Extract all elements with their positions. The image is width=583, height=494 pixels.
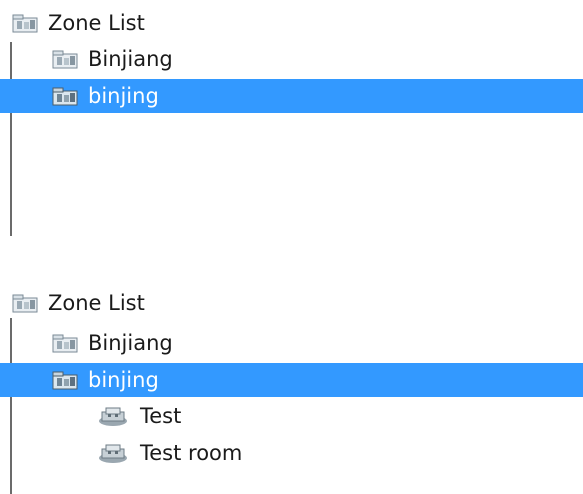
tree-item-zone-list[interactable]: Zone List (0, 286, 583, 320)
zone-icon (52, 48, 80, 70)
zone-icon (52, 332, 80, 354)
zone-icon (12, 292, 40, 314)
zone-icon (52, 369, 80, 391)
tree-item-binjing[interactable]: binjing (0, 79, 583, 113)
zone-icon (52, 85, 80, 107)
tree-item-zone-list[interactable]: Zone List (0, 6, 583, 40)
zone-tree-panel-top: Zone List Binjiang binjing (0, 0, 583, 240)
tree-item-label: Zone List (48, 291, 145, 315)
tree-item-binjiang[interactable]: Binjiang (0, 42, 583, 76)
tree-item-label: Binjiang (88, 47, 173, 71)
tree-item-label: Binjiang (88, 331, 173, 355)
tree-item-test-room[interactable]: Test room (0, 436, 583, 470)
tree-item-test[interactable]: Test (0, 399, 583, 433)
room-icon (96, 441, 130, 465)
zone-icon (12, 12, 40, 34)
tree-item-label: Test room (140, 441, 243, 465)
room-icon (96, 404, 130, 428)
tree-item-binjing[interactable]: binjing (0, 363, 583, 397)
zone-tree-panel-bottom: Zone List Binjiang binjing Test Test roo… (0, 276, 583, 494)
tree-item-label: Zone List (48, 11, 145, 35)
tree-item-label: binjing (88, 368, 159, 392)
tree-item-binjiang[interactable]: Binjiang (0, 326, 583, 360)
tree-item-label: binjing (88, 84, 159, 108)
tree-item-label: Test (140, 404, 182, 428)
